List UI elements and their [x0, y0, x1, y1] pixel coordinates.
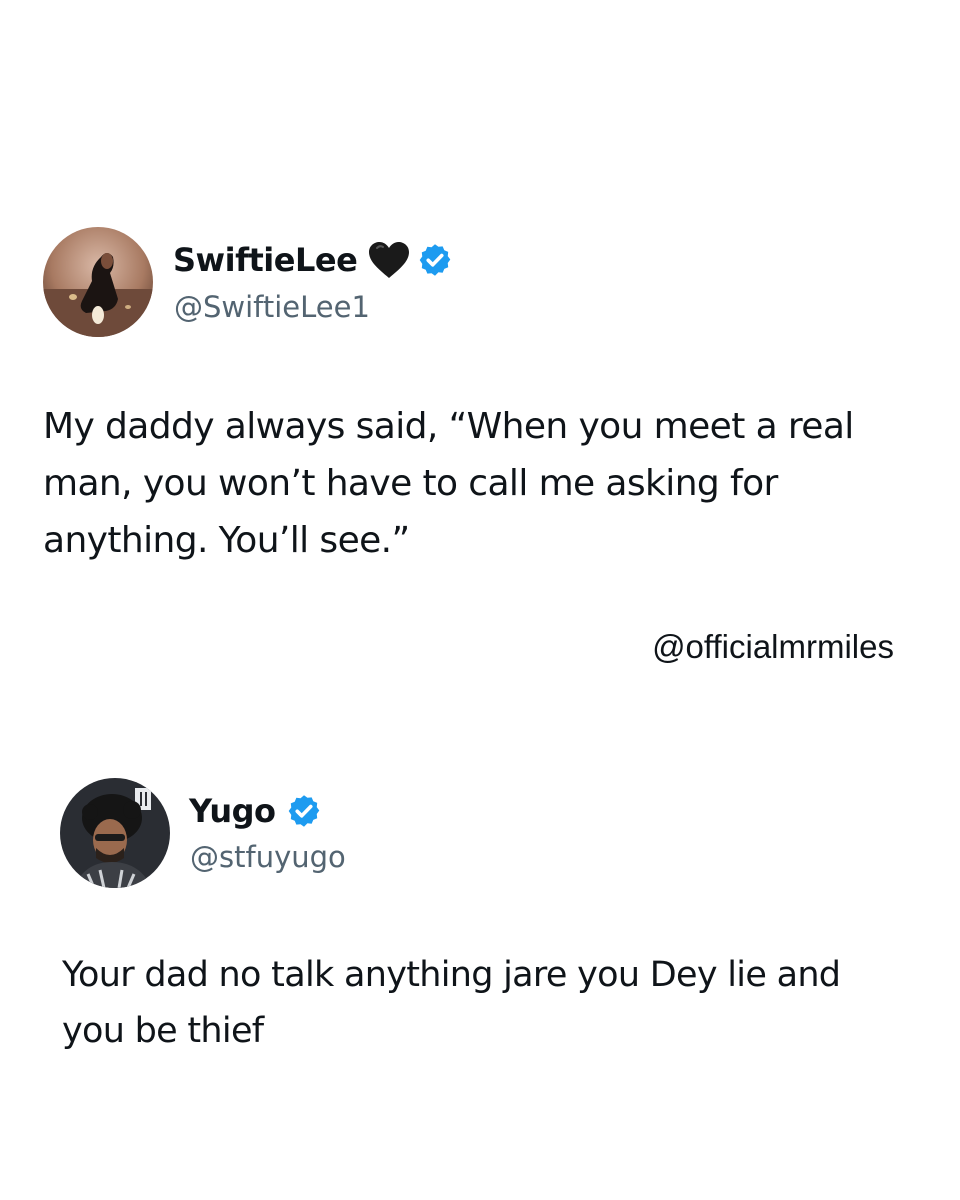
name-row: SwiftieLee [173, 240, 453, 280]
tweet-text: Your dad no talk anything jare you Dey l… [62, 955, 841, 1051]
tweet-yugo: Yugo @stfuyugo Your dad no talk anything… [0, 760, 960, 1200]
display-name[interactable]: SwiftieLee [173, 241, 358, 279]
handle[interactable]: @SwiftieLee1 [174, 290, 370, 324]
avatar[interactable] [43, 227, 153, 337]
profile-photo [43, 227, 153, 337]
avatar[interactable] [60, 778, 170, 888]
watermark: @officialmrmiles [652, 628, 894, 665]
display-name[interactable]: Yugo [189, 792, 276, 830]
verified-badge-icon [286, 793, 322, 829]
tweet-swiftielee: SwiftieLee @SwiftieLee1 My daddy always … [0, 0, 960, 665]
black-heart-icon [367, 240, 411, 280]
name-row: Yugo [189, 791, 322, 831]
profile-photo [60, 778, 170, 888]
tweet-text: My daddy always said, “When you meet a r… [43, 406, 854, 561]
verified-badge-icon [417, 242, 453, 278]
handle[interactable]: @stfuyugo [190, 840, 346, 874]
